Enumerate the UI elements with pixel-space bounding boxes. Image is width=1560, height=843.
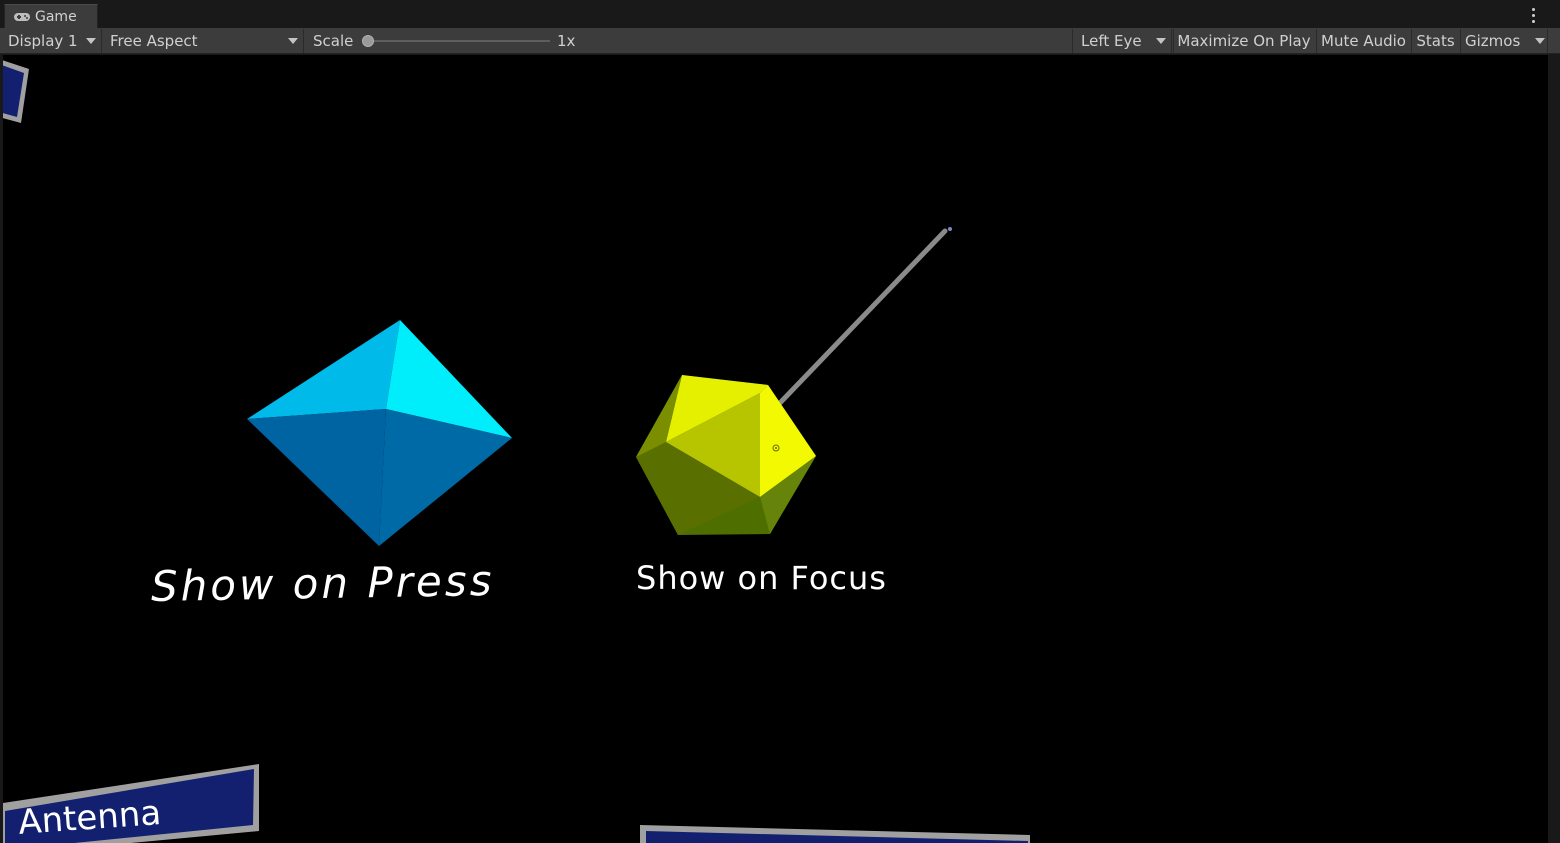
right-edge-panel bbox=[1548, 55, 1560, 843]
eye-dropdown[interactable]: Left Eye bbox=[1072, 29, 1172, 53]
scale-value: 1x bbox=[557, 32, 576, 50]
aspect-dropdown[interactable]: Free Aspect bbox=[102, 29, 304, 53]
display-dropdown[interactable]: Display 1 bbox=[0, 29, 102, 53]
label-show-on-press: Show on Press bbox=[150, 556, 495, 611]
chevron-down-icon bbox=[288, 38, 298, 44]
gizmos-dropdown[interactable]: Gizmos bbox=[1460, 29, 1548, 53]
aspect-dropdown-label: Free Aspect bbox=[110, 32, 198, 50]
scale-slider-thumb[interactable] bbox=[362, 35, 374, 47]
scale-slider-track[interactable] bbox=[364, 40, 550, 42]
partial-card-bottom bbox=[640, 825, 1030, 843]
gamepad-icon bbox=[14, 12, 30, 21]
game-viewport[interactable]: Show on Press Show on Focus Antenna bbox=[3, 55, 1548, 843]
gizmos-dropdown-label: Gizmos bbox=[1465, 32, 1521, 50]
label-show-on-focus: Show on Focus bbox=[636, 559, 887, 597]
pointer-ray bbox=[775, 227, 952, 408]
scene-canvas bbox=[3, 60, 1030, 843]
chevron-down-icon bbox=[1535, 38, 1545, 44]
display-dropdown-label: Display 1 bbox=[8, 32, 78, 50]
tab-bar: Game bbox=[0, 0, 1560, 28]
game-window: Game Display 1 Free Aspect Scale 1x Left… bbox=[0, 0, 1560, 843]
game-toolbar: Display 1 Free Aspect Scale 1x Left Eye … bbox=[0, 28, 1560, 54]
tab-label: Game bbox=[35, 8, 77, 25]
more-options-icon[interactable] bbox=[1526, 6, 1540, 24]
maximize-on-play-button[interactable]: Maximize On Play bbox=[1173, 29, 1314, 53]
eye-dropdown-label: Left Eye bbox=[1081, 32, 1142, 50]
stats-button[interactable]: Stats bbox=[1411, 29, 1459, 53]
partial-card-top-left bbox=[3, 60, 29, 123]
icosahedron-shape[interactable] bbox=[636, 375, 816, 535]
scale-label: Scale bbox=[313, 32, 354, 50]
chevron-down-icon bbox=[1156, 38, 1166, 44]
octahedron-shape[interactable] bbox=[247, 320, 512, 546]
chevron-down-icon bbox=[86, 38, 96, 44]
tab-game[interactable]: Game bbox=[4, 4, 98, 28]
mute-audio-button[interactable]: Mute Audio bbox=[1316, 29, 1410, 53]
